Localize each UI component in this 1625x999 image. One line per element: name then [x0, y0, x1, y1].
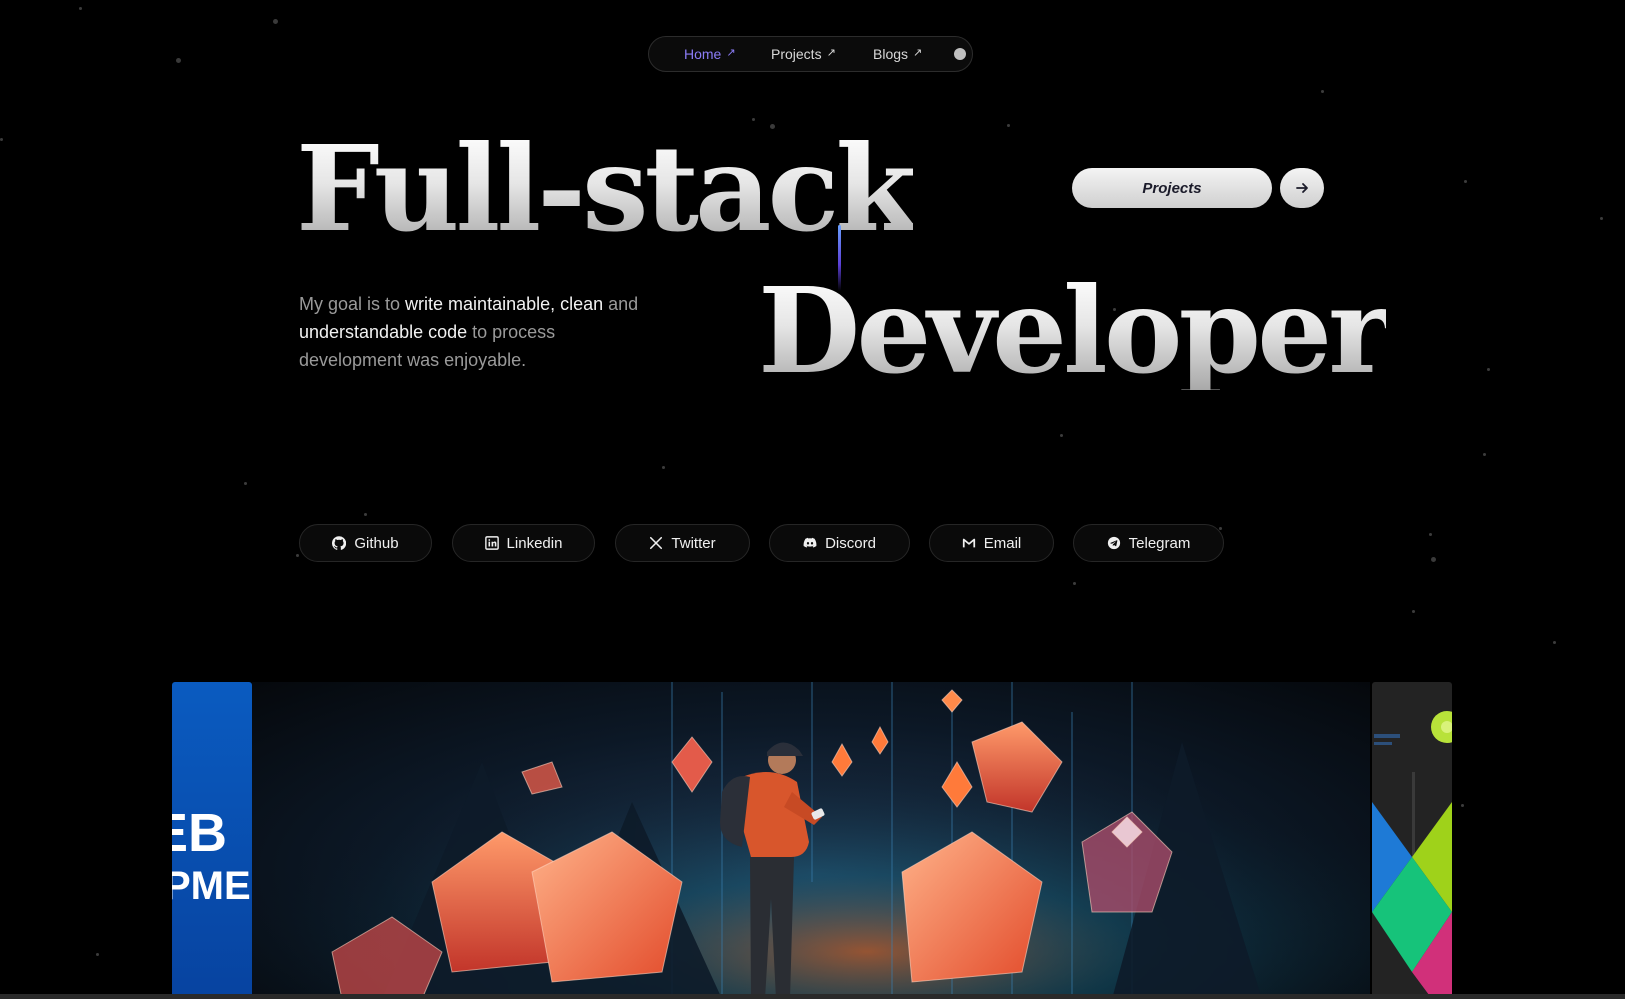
social-email-label: Email [983, 534, 1022, 552]
project-card-text: PME [172, 864, 251, 908]
telegram-icon [1107, 536, 1120, 550]
social-discord-label: Discord [825, 534, 876, 552]
social-email-button[interactable]: Email [929, 524, 1054, 562]
discord-icon [803, 537, 817, 548]
project-cover-thumbnail [1372, 711, 1452, 999]
nav-home-label: Home [684, 46, 722, 62]
top-nav: Home ↗ Projects ↗ Blogs ↗ [648, 36, 973, 72]
intro-highlight: understandable code [299, 322, 468, 342]
nav-blogs-link[interactable]: Blogs ↗ [873, 37, 922, 71]
nav-projects-label: Projects [771, 46, 822, 62]
social-discord-button[interactable]: Discord [769, 524, 910, 562]
theme-toggle-button[interactable] [954, 48, 966, 60]
project-card-current[interactable] [252, 682, 1370, 999]
x-icon [650, 536, 663, 550]
nav-home-link[interactable]: Home ↗ [684, 37, 736, 71]
github-icon [332, 536, 347, 550]
projects-cta-button[interactable]: Projects [1072, 168, 1272, 208]
intro-text: My goal is to write maintainable, clean … [299, 290, 659, 374]
projects-arrow-button[interactable] [1280, 168, 1324, 208]
social-linkedin-label: Linkedin [506, 534, 563, 552]
social-github-label: Github [354, 534, 399, 552]
external-link-icon: ↗ [726, 47, 736, 59]
linkedin-icon [484, 536, 499, 550]
intro-text-part: and [603, 294, 639, 314]
social-twitter-button[interactable]: Twitter [615, 524, 750, 562]
gmail-icon [962, 538, 975, 548]
external-link-icon: ↗ [913, 47, 923, 59]
external-link-icon: ↗ [826, 47, 836, 59]
intro-text-part: My goal is to [299, 294, 406, 314]
project-card-next[interactable] [1372, 682, 1452, 999]
social-telegram-label: Telegram [1128, 534, 1191, 552]
hero-title-line-2: Developer [758, 261, 1390, 400]
project-card-text: EB [172, 803, 228, 863]
social-twitter-label: Twitter [671, 534, 716, 552]
arrow-right-icon [1296, 183, 1308, 193]
projects-cta-label: Projects [1142, 179, 1202, 197]
nav-blogs-label: Blogs [873, 46, 909, 62]
intro-highlight: write maintainable, clean [405, 294, 604, 314]
social-github-button[interactable]: Github [299, 524, 432, 562]
project-cover-illustration [252, 682, 1370, 999]
social-telegram-button[interactable]: Telegram [1073, 524, 1224, 562]
hero-title-line-1: Full-stack [296, 119, 917, 258]
social-linkedin-button[interactable]: Linkedin [452, 524, 595, 562]
page-bottom-edge [0, 994, 1625, 999]
nav-projects-link[interactable]: Projects ↗ [771, 37, 836, 71]
project-card-prev[interactable]: EB PME [172, 682, 252, 999]
